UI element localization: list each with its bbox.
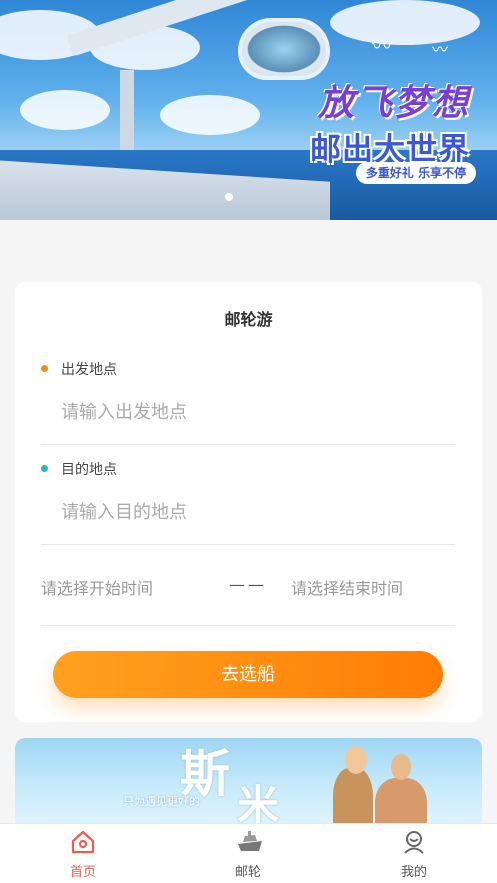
- divider: [41, 625, 455, 626]
- observation-pod: [238, 18, 330, 80]
- departure-dot-icon: [41, 365, 48, 372]
- cloud-decoration: [330, 0, 480, 45]
- tab-cruise-label: 邮轮: [234, 865, 261, 880]
- seagull-icon: 〰: [432, 40, 449, 59]
- divider: [41, 444, 455, 445]
- departure-input[interactable]: [61, 398, 441, 426]
- profile-icon: [404, 831, 424, 854]
- date-separator: ——: [229, 575, 267, 594]
- tab-profile[interactable]: 我的: [354, 824, 474, 883]
- home-icon: [71, 830, 95, 854]
- destination-input[interactable]: [61, 498, 441, 526]
- carousel-indicator[interactable]: [225, 193, 233, 201]
- cloud-decoration: [20, 90, 110, 130]
- seagull-icon: 〰: [372, 34, 392, 58]
- tab-profile-label: 我的: [400, 865, 427, 880]
- start-date-picker[interactable]: 请选择开始时间: [41, 575, 153, 599]
- tab-home-label: 首页: [69, 865, 96, 880]
- promo-big-text-1: 斯: [180, 744, 230, 803]
- ship-icon: [238, 831, 262, 851]
- cruise-search-card: 邮轮游 出发地点 目的地点 请选择开始时间 —— 请选择结束时间 去选船: [15, 282, 482, 722]
- banner-slogan-1: 放飞梦想: [318, 82, 471, 124]
- family-photo: [345, 746, 367, 774]
- select-ship-button[interactable]: 去选船: [53, 651, 443, 698]
- ship-mast: [120, 70, 134, 150]
- banner-carousel[interactable]: 〰 〰 放飞梦想 邮出大世界 多重好礼 乐享不停: [0, 0, 497, 220]
- end-date-picker[interactable]: 请选择结束时间: [291, 575, 403, 599]
- destination-dot-icon: [41, 465, 48, 472]
- tab-home[interactable]: 首页: [23, 824, 143, 883]
- departure-label: 出发地点: [61, 362, 117, 378]
- bottom-tab-bar: 首页 邮轮 我的: [0, 823, 497, 883]
- divider: [41, 544, 455, 545]
- card-title: 邮轮游: [224, 310, 273, 329]
- family-photo: [391, 754, 411, 780]
- banner-tag: 多重好礼 乐享不停: [356, 162, 476, 184]
- destination-label: 目的地点: [61, 462, 117, 478]
- tab-cruise[interactable]: 邮轮: [188, 824, 308, 883]
- cloud-decoration: [160, 95, 260, 135]
